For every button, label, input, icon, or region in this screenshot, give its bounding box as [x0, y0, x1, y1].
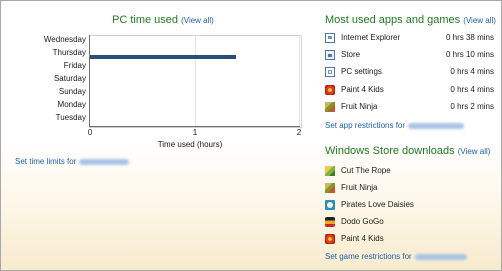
store-downloads-heading: Windows Store downloads (View all): [325, 145, 491, 157]
paint-4-kids-icon: [325, 85, 335, 95]
x-axis-label: Time used (hours): [157, 140, 223, 149]
store-icon: [325, 50, 335, 60]
x-axis-line: [89, 126, 300, 127]
day-label-friday: Friday: [63, 61, 86, 70]
download-row-pirates-love-daisies[interactable]: Pirates Love Daisies: [325, 199, 455, 211]
app-row-store[interactable]: Store 0 hrs 10 mins: [325, 49, 495, 61]
day-label-wednesday: Wednesday: [43, 35, 86, 44]
app-row-fruit-ninja[interactable]: Fruit Ninja 0 hrs 2 mins: [325, 101, 495, 113]
store-downloads-view-all-link[interactable]: (View all): [458, 147, 491, 156]
most-used-heading: Most used apps and games (View all): [325, 14, 496, 26]
app-row-pc-settings[interactable]: PC settings 0 hrs 4 mins: [325, 66, 495, 78]
redacted-username: [408, 122, 465, 129]
pirates-love-daisies-icon: [325, 200, 335, 210]
day-label-thursday: Thursday: [52, 48, 86, 57]
pc-time-heading: PC time used (View all): [112, 14, 214, 26]
redacted-username: [414, 253, 467, 260]
download-row-cut-the-rope[interactable]: Cut The Rope: [325, 165, 455, 177]
pc-time-view-all-link[interactable]: (View all): [181, 16, 214, 25]
internet-explorer-icon: [325, 33, 335, 43]
download-row-fruit-ninja[interactable]: Fruit Ninja: [325, 182, 455, 194]
day-label-tuesday: Tuesday: [55, 113, 86, 122]
pc-settings-icon: [325, 67, 335, 77]
download-row-dodo-gogo[interactable]: Dodo GoGo: [325, 216, 455, 228]
day-label-saturday: Saturday: [53, 74, 86, 83]
set-app-restrictions-link[interactable]: Set app restrictions for: [325, 121, 465, 130]
fruit-ninja-icon: [325, 102, 335, 112]
app-row-paint-4-kids[interactable]: Paint 4 Kids 0 hrs 4 mins: [325, 84, 495, 96]
bar-thursday: [90, 54, 237, 59]
set-game-restrictions-link[interactable]: Set game restrictions for: [325, 252, 467, 261]
y-axis-line: [89, 35, 90, 127]
gridline: [299, 35, 300, 126]
app-row-internet-explorer[interactable]: Internet Explorer 0 hrs 38 mins: [325, 32, 495, 44]
x-tick-2: 2: [296, 128, 302, 137]
redacted-username: [79, 158, 130, 165]
download-row-paint-4-kids[interactable]: Paint 4 Kids: [325, 233, 455, 245]
set-time-limits-link[interactable]: Set time limits for: [15, 157, 130, 166]
paint-4-kids-icon: [325, 234, 335, 244]
most-used-view-all-link[interactable]: (View all): [463, 16, 496, 25]
fruit-ninja-icon: [325, 183, 335, 193]
day-label-monday: Monday: [57, 100, 86, 109]
cut-the-rope-icon: [325, 166, 335, 176]
x-tick-0: 0: [87, 128, 93, 137]
dodo-gogo-icon: [325, 217, 335, 227]
gridline: [195, 35, 196, 126]
x-tick-1: 1: [192, 128, 198, 137]
day-label-sunday: Sunday: [58, 87, 86, 96]
